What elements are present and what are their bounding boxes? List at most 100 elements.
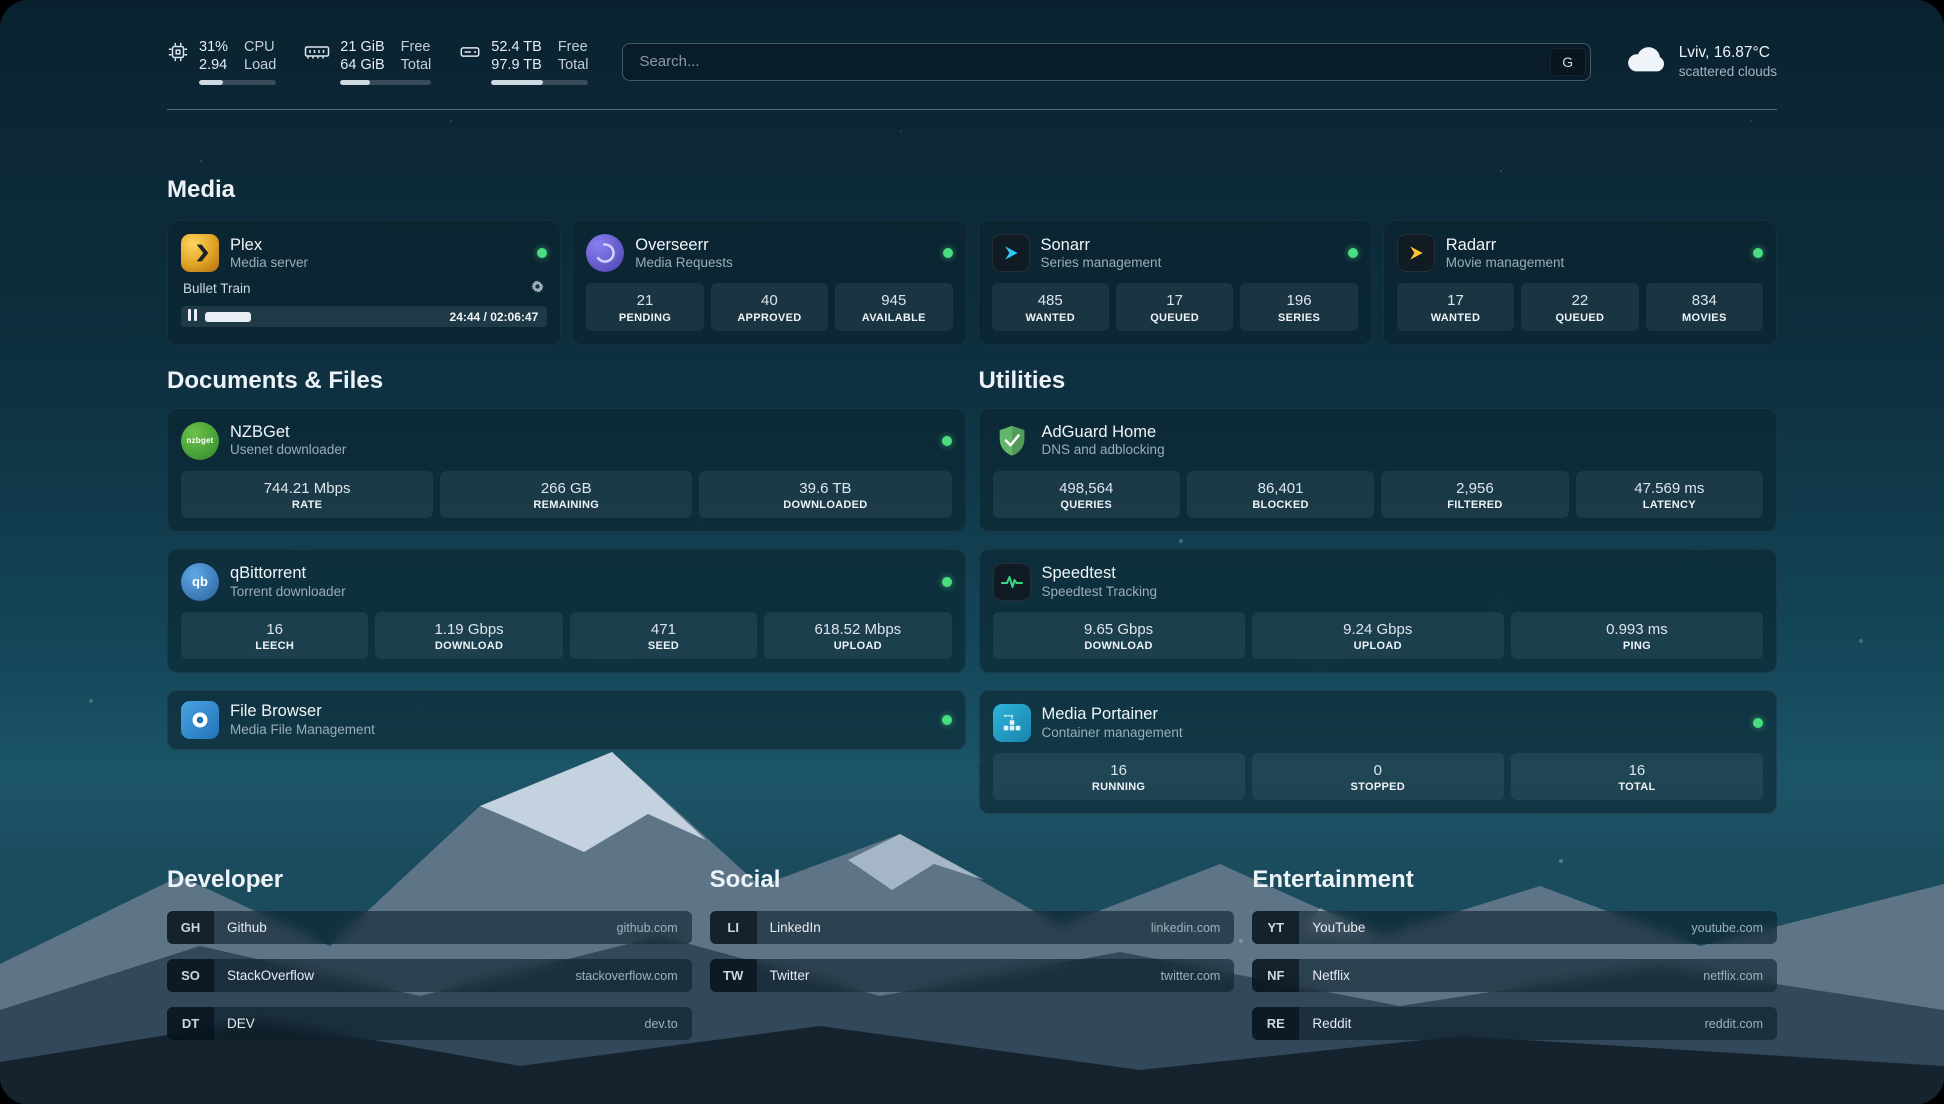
- bookmark-twitter[interactable]: TW Twitter twitter.com: [710, 959, 1235, 992]
- search-input[interactable]: [622, 43, 1590, 81]
- service-name: Radarr: [1446, 235, 1565, 256]
- adguard-stats: 498,564 QUERIES 86,401 BLOCKED 2,956 FIL…: [993, 471, 1764, 518]
- bookmark-linkedin[interactable]: LI LinkedIn linkedin.com: [710, 911, 1235, 944]
- disk-free-value: 52.4 TB: [491, 38, 542, 56]
- stat-label: QUERIES: [997, 499, 1176, 511]
- bookmark-url: github.com: [617, 921, 692, 935]
- sonarr-arrow-icon: [992, 234, 1030, 272]
- bookmark-stackoverflow[interactable]: SO StackOverflow stackoverflow.com: [167, 959, 692, 992]
- stat-latency: 47.569 ms LATENCY: [1576, 471, 1763, 518]
- stat-value: 17: [1120, 291, 1229, 311]
- portainer-stats: 16 RUNNING 0 STOPPED 16 TOTAL: [993, 753, 1764, 800]
- memory-total-label: Total: [401, 56, 432, 74]
- bookmark-abbr: SO: [167, 959, 214, 992]
- adguard-title-block: AdGuard Home DNS and adblocking: [1042, 422, 1165, 460]
- stat-value: 471: [574, 620, 753, 640]
- overseerr-card-header: Overseerr Media Requests: [586, 234, 952, 272]
- service-name: Media Portainer: [1042, 704, 1183, 725]
- stat-value: 945: [839, 291, 948, 311]
- sonarr-card-header: Sonarr Series management: [992, 234, 1358, 272]
- stat-label: RATE: [185, 499, 429, 511]
- cpu-percent: 31%: [199, 38, 228, 56]
- stat-download: 1.19 Gbps DOWNLOAD: [375, 612, 562, 659]
- search-provider-button[interactable]: G: [1550, 48, 1586, 76]
- social-bookmarks: LI LinkedIn linkedin.com TW Twitter twit…: [710, 911, 1235, 992]
- stat-value: 39.6 TB: [703, 479, 947, 499]
- stat-value: 1.19 Gbps: [379, 620, 558, 640]
- stat-value: 618.52 Mbps: [768, 620, 947, 640]
- bookmark-reddit[interactable]: RE Reddit reddit.com: [1252, 1007, 1777, 1040]
- cloud-icon: [1625, 44, 1667, 79]
- service-card-nzbget[interactable]: nzbget NZBGet Usenet downloader 744.21 M…: [167, 408, 966, 532]
- playback-progress-track[interactable]: [205, 312, 443, 322]
- qbittorrent-icon: qb: [181, 563, 219, 601]
- service-description: Speedtest Tracking: [1042, 584, 1158, 601]
- service-card-overseerr[interactable]: Overseerr Media Requests 21 PENDING 40 A…: [572, 220, 966, 344]
- stat-label: UPLOAD: [768, 640, 947, 652]
- service-name: qBittorrent: [230, 563, 346, 584]
- bookmark-netflix[interactable]: NF Netflix netflix.com: [1252, 959, 1777, 992]
- stat-queries: 498,564 QUERIES: [993, 471, 1180, 518]
- service-card-plex[interactable]: Plex Media server Bullet Train: [167, 220, 561, 344]
- status-online-dot: [1753, 248, 1763, 258]
- settings-gear-icon[interactable]: [530, 279, 545, 297]
- service-card-filebrowser[interactable]: File Browser Media File Management: [167, 690, 966, 750]
- stat-label: LEECH: [185, 640, 364, 652]
- portainer-crane-icon: [993, 704, 1031, 742]
- weather-widget[interactable]: Lviv, 16.87°C scattered clouds: [1625, 43, 1777, 81]
- bookmark-url: linkedin.com: [1151, 921, 1234, 935]
- section-utilities: Utilities AdGu: [979, 367, 1778, 815]
- disk-usage-bar: [491, 80, 588, 85]
- stat-label: DOWNLOADED: [703, 499, 947, 511]
- bookmark-youtube[interactable]: YT YouTube youtube.com: [1252, 911, 1777, 944]
- qbittorrent-title-block: qBittorrent Torrent downloader: [230, 563, 346, 601]
- stat-stopped: 0 STOPPED: [1252, 753, 1504, 800]
- entertainment-bookmarks: YT YouTube youtube.com NF Netflix netfli…: [1252, 911, 1777, 1040]
- bookmark-url: dev.to: [645, 1017, 692, 1031]
- stat-value: 40: [715, 291, 824, 311]
- nzbget-stats: 744.21 Mbps RATE 266 GB REMAINING 39.6 T…: [181, 471, 952, 518]
- radarr-stats: 17 WANTED 22 QUEUED 834 MOVIES: [1397, 283, 1763, 330]
- stat-label: MOVIES: [1650, 312, 1759, 324]
- service-card-portainer[interactable]: Media Portainer Container management 16 …: [979, 690, 1778, 814]
- service-card-qbittorrent[interactable]: qb qBittorrent Torrent downloader 16 LEE…: [167, 549, 966, 673]
- stat-running: 16 RUNNING: [993, 753, 1245, 800]
- cpu-readout: 31% 2.94 CPU Load: [199, 38, 276, 85]
- cpu-widget: 31% 2.94 CPU Load: [167, 38, 276, 85]
- service-card-speedtest[interactable]: Speedtest Speedtest Tracking 9.65 Gbps D…: [979, 549, 1778, 673]
- service-card-radarr[interactable]: Radarr Movie management 17 WANTED 22 QUE…: [1383, 220, 1777, 344]
- stat-approved: 40 APPROVED: [711, 283, 828, 330]
- stat-label: REMAINING: [444, 499, 688, 511]
- weather-text: Lviv, 16.87°C scattered clouds: [1679, 43, 1777, 81]
- stat-label: DOWNLOAD: [379, 640, 558, 652]
- radarr-arrow-icon: [1397, 234, 1435, 272]
- service-name: Overseerr: [635, 235, 733, 256]
- status-online-dot: [1753, 718, 1763, 728]
- bookmark-github[interactable]: GH Github github.com: [167, 911, 692, 944]
- media-cards-row: Plex Media server Bullet Train: [167, 220, 1777, 344]
- stat-upload: 618.52 Mbps UPLOAD: [764, 612, 951, 659]
- status-online-dot: [1348, 248, 1358, 258]
- plex-title-block: Plex Media server: [230, 235, 308, 273]
- service-description: Media server: [230, 255, 308, 272]
- bookmark-name: StackOverflow: [214, 968, 576, 983]
- cpu-label: CPU: [244, 38, 276, 56]
- developer-bookmarks: GH Github github.com SO StackOverflow st…: [167, 911, 692, 1040]
- stat-blocked: 86,401 BLOCKED: [1187, 471, 1374, 518]
- bookmark-dev[interactable]: DT DEV dev.to: [167, 1007, 692, 1040]
- developer-section-title: Developer: [167, 866, 692, 894]
- service-card-adguard[interactable]: AdGuard Home DNS and adblocking 498,564 …: [979, 408, 1778, 532]
- stat-label: LATENCY: [1580, 499, 1759, 511]
- service-description: DNS and adblocking: [1042, 442, 1165, 459]
- memory-free-value: 21 GiB: [340, 38, 384, 56]
- bookmark-name: LinkedIn: [757, 920, 1151, 935]
- nzbget-card-header: nzbget NZBGet Usenet downloader: [181, 422, 952, 460]
- stat-label: STOPPED: [1256, 781, 1500, 793]
- bookmark-url: youtube.com: [1691, 921, 1777, 935]
- bookmark-abbr: GH: [167, 911, 214, 944]
- filebrowser-icon: [181, 701, 219, 739]
- service-card-sonarr[interactable]: Sonarr Series management 485 WANTED 17 Q…: [978, 220, 1372, 344]
- stat-label: QUEUED: [1120, 312, 1229, 324]
- pause-icon[interactable]: [188, 308, 198, 326]
- stat-label: UPLOAD: [1256, 640, 1500, 652]
